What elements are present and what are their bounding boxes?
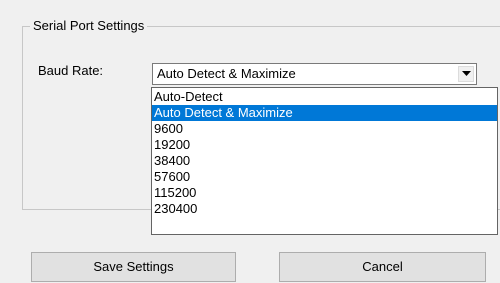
option-auto-detect[interactable]: Auto-Detect xyxy=(152,89,497,105)
option-38400[interactable]: 38400 xyxy=(152,153,497,169)
cancel-button[interactable]: Cancel xyxy=(279,252,486,282)
baud-rate-combobox[interactable]: Auto Detect & Maximize xyxy=(152,63,477,85)
option-9600[interactable]: 9600 xyxy=(152,121,497,137)
save-settings-button[interactable]: Save Settings xyxy=(31,252,236,282)
option-auto-detect-maximize[interactable]: Auto Detect & Maximize xyxy=(152,105,497,121)
option-19200[interactable]: 19200 xyxy=(152,137,497,153)
option-115200[interactable]: 115200 xyxy=(152,185,497,201)
baud-rate-dropdown-list[interactable]: Auto-Detect Auto Detect & Maximize 9600 … xyxy=(151,87,498,235)
chevron-down-icon xyxy=(462,71,471,76)
baud-rate-label: Baud Rate: xyxy=(38,63,104,78)
option-230400[interactable]: 230400 xyxy=(152,201,497,217)
combo-dropdown-button[interactable] xyxy=(458,66,474,82)
baud-rate-selected-value: Auto Detect & Maximize xyxy=(157,66,296,81)
groupbox-title: Serial Port Settings xyxy=(30,17,148,35)
option-57600[interactable]: 57600 xyxy=(152,169,497,185)
